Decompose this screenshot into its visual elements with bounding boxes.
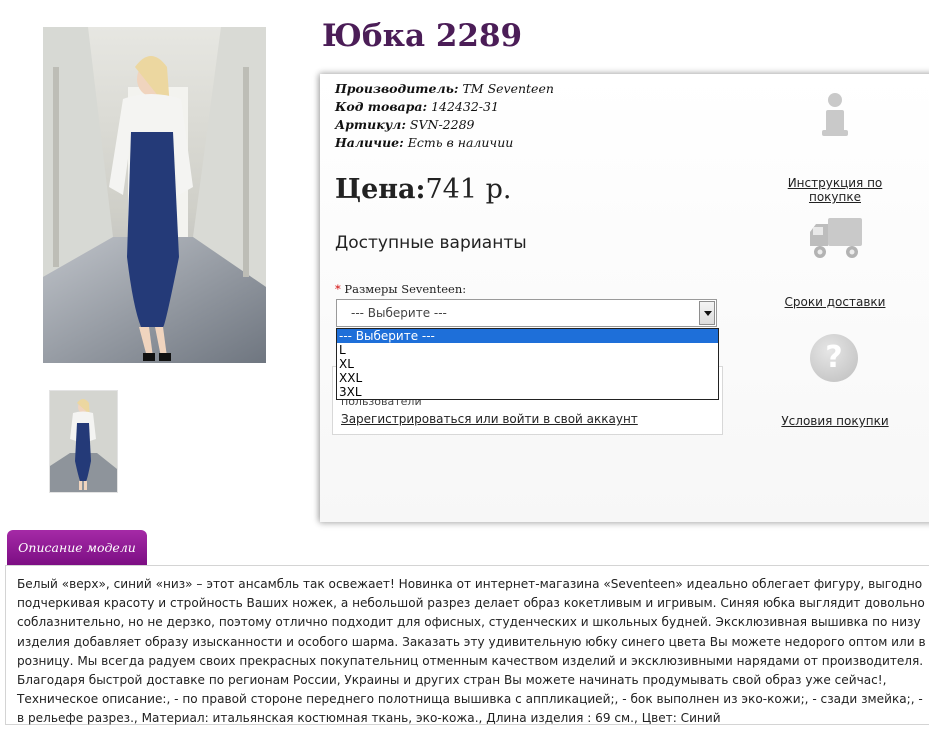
terms-link[interactable]: Условия покупки (760, 414, 910, 428)
manufacturer-row: Производитель: ТМ Seventeen (335, 81, 554, 96)
price-label: Цена: (335, 174, 426, 205)
manufacturer-value: ТМ Seventeen (462, 81, 554, 96)
register-login-link[interactable]: Зарегистрироваться или войти в свой акка… (341, 412, 638, 426)
size-select-value: --- Выберите --- (351, 306, 447, 320)
product-description: Белый «верх», синий «низ» – этот ансамбл… (17, 577, 926, 726)
price: Цена:741 р. (335, 174, 511, 205)
product-main-image[interactable] (43, 27, 266, 363)
truck-icon (808, 216, 864, 262)
help-icon: ? (810, 334, 858, 382)
product-title: Юбка 2289 (322, 18, 523, 54)
required-mark: * (335, 282, 341, 296)
chevron-down-icon[interactable] (699, 301, 715, 325)
variants-heading: Доступные варианты (335, 233, 527, 253)
availability-row: Наличие: Есть в наличии (335, 135, 513, 150)
size-option-xxl[interactable]: XXL (337, 371, 718, 385)
sku-label: Артикул: (335, 117, 406, 132)
size-label: * Размеры Seventeen: (335, 282, 466, 296)
sku-value: SVN-2289 (409, 117, 475, 132)
product-thumbnail[interactable] (49, 390, 118, 493)
size-dropdown-list[interactable]: --- Выберите --- L XL XXL 3XL (336, 328, 719, 400)
size-option-xl[interactable]: XL (337, 357, 718, 371)
info-icon (820, 93, 850, 141)
size-select[interactable]: --- Выберите --- (336, 299, 717, 327)
instructions-link[interactable]: Инструкция по покупке (760, 176, 910, 204)
size-label-text: Размеры Seventeen: (344, 282, 467, 296)
manufacturer-label: Производитель: (335, 81, 459, 96)
size-option-l[interactable]: L (337, 343, 718, 357)
product-code-value: 142432-31 (431, 99, 499, 114)
sku-row: Артикул: SVN-2289 (335, 117, 475, 132)
product-code-label: Код товара: (335, 99, 428, 114)
size-option-3xl[interactable]: 3XL (337, 385, 718, 399)
price-value: 741 р. (425, 174, 512, 205)
size-option-placeholder[interactable]: --- Выберите --- (337, 329, 718, 343)
delivery-link[interactable]: Сроки доставки (760, 295, 910, 309)
product-code-row: Код товара: 142432-31 (335, 99, 499, 114)
tab-description[interactable]: Описание модели (7, 530, 147, 565)
availability-label: Наличие: (335, 135, 404, 150)
availability-value: Есть в наличии (407, 135, 514, 150)
